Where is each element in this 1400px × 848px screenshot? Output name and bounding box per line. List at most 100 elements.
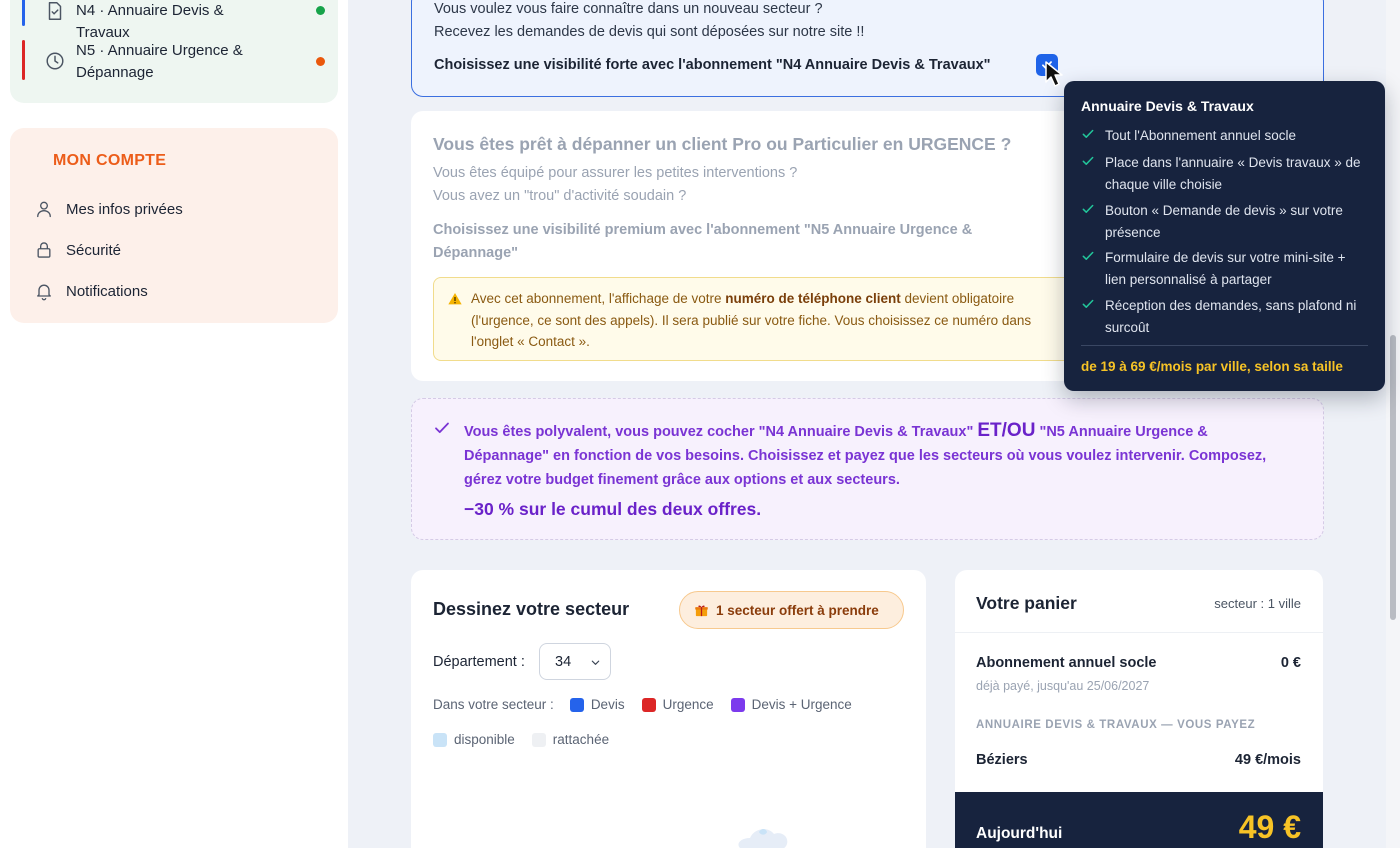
tooltip-item: Tout l'Abonnement annuel socle [1081,125,1370,147]
tooltip-item-text: Place dans l'annuaire « Devis travaux » … [1105,155,1361,192]
account-item-security[interactable]: Sécurité [34,239,121,261]
legend-item-available: disponible [433,732,515,747]
tooltip-item-text: Bouton « Demande de devis » sur votre pr… [1105,203,1343,240]
tooltip-item: Formulaire de devis sur votre mini-site … [1081,247,1370,290]
clock-icon [46,52,64,70]
legend-swatch [730,697,745,712]
warning-text: Avec cet abonnement, l'affichage de votr… [471,288,1071,353]
total-value: 49 € [1238,809,1301,845]
gift-icon [695,604,708,616]
n4-line1: Vous voulez vous faire connaître dans un… [434,1,823,17]
nav-item-n4[interactable]: N4 · Annuaire Devis & Travaux [22,0,332,41]
checkmark-icon [1082,299,1094,308]
basket-section-heading: ANNUAIRE DEVIS & TRAVAUX — VOUS PAYEZ [976,719,1256,731]
tooltip-price: de 19 à 69 €/mois par ville, selon sa ta… [1081,359,1343,374]
legend-item-label: disponible [454,732,515,747]
tooltip-item-text: Réception des demandes, sans plafond ni … [1105,298,1357,335]
tooltip-title: Annuaire Devis & Travaux [1081,98,1254,114]
account-item-label: Sécurité [66,241,122,259]
base-subscription-price: 0 € [1280,655,1301,671]
nav-item-indicator [22,40,25,80]
scrollbar-thumb[interactable] [1390,335,1396,620]
map-legend-secondary: disponible rattachée [433,732,626,747]
n5-line1: Vous êtes équipé pour assurer les petite… [433,165,798,181]
sector-card: Dessinez votre secteur 1 secteur offert … [411,570,926,848]
free-sector-badge[interactable]: 1 secteur offert à prendre [679,591,904,629]
legend-item-urgence: Urgence [641,697,714,712]
nav-item-n5[interactable]: N5 · Annuaire Urgence & Dépannage [22,38,332,84]
total-label: Aujourd'hui [976,825,1063,842]
phone-warning-box: Avec cet abonnement, l'affichage de votr… [433,277,1093,361]
tooltip-item-text: Tout l'Abonnement annuel socle [1105,128,1296,143]
bell-icon [37,284,51,301]
checkmark-icon [435,422,449,434]
account-item-private-info[interactable]: Mes infos privées [34,198,183,220]
legend-item-attached: rattachée [531,732,610,747]
checkmark-icon [1082,129,1094,138]
free-sector-badge-label: 1 secteur offert à prendre [716,602,879,618]
tooltip-item-text: Formulaire de devis sur votre mini-site … [1105,250,1346,287]
basket-title: Votre panier [976,593,1077,613]
basket-sector-info: secteur : 1 ville [1214,596,1301,611]
department-select[interactable]: 34 [539,643,611,680]
legend-item-label: Urgence [662,697,714,712]
checkmark-icon [1082,204,1094,213]
tooltip-item: Réception des demandes, sans plafond ni … [1081,295,1370,338]
warning-text-pre: Avec cet abonnement, l'affichage de votr… [471,291,726,306]
n5-title: Vous êtes prêt à dépanner un client Pro … [433,134,1012,154]
legend-item-devis-urgence: Devis + Urgence [730,697,852,712]
status-dot [316,6,325,15]
legend-swatch [641,697,656,712]
combo-text: Vous êtes polyvalent, vous pouvez cocher… [464,419,1294,492]
n5-cta-label: Choisissez une visibilité premium avec l… [433,222,973,261]
basket-total-bar: Aujourd'hui 49 € [955,792,1323,848]
legend-label: Dans votre secteur : [433,697,554,712]
legend-swatch [569,697,584,712]
n4-tooltip: Annuaire Devis & Travaux Tout l'Abonneme… [1064,81,1385,391]
warning-text-bold: numéro de téléphone client [725,291,901,306]
account-item-label: Notifications [66,282,148,300]
n5-line2: Vous avez un "trou" d'activité soudain ? [433,188,687,204]
divider [1081,345,1368,346]
department-value: 34 [555,653,572,670]
user-icon [37,201,51,218]
status-dot [316,57,325,66]
base-subscription-label: Abonnement annuel socle [976,655,1157,671]
sidebar: N4 · Annuaire Devis & Travaux N5 · Annua… [0,0,348,848]
divider [955,632,1323,633]
sector-title: Dessinez votre secteur [433,599,630,619]
combo-offer-card: Vous êtes polyvalent, vous pouvez cocher… [411,398,1324,540]
tooltip-item: Place dans l'annuaire « Devis travaux » … [1081,152,1370,195]
checkmark-icon [1082,251,1094,260]
lock-icon [37,242,51,258]
combo-promo: −30 % sur le cumul des deux offres. [464,499,762,519]
chevron-down-icon [591,660,600,665]
sector-map[interactable] [655,820,805,848]
mouse-cursor-icon [1045,61,1063,87]
n4-cta-label: Choisissez une visibilité forte avec l'a… [434,57,991,73]
document-check-icon [48,2,62,20]
basket-city: Béziers [976,752,1028,768]
n4-line2: Recevez les demandes de devis qui sont d… [434,24,865,40]
basket-city-price: 49 €/mois [1234,752,1301,768]
legend-item-label: Devis + Urgence [751,697,852,712]
nav-item-indicator [22,0,25,26]
legend-item-label: rattachée [552,732,610,747]
account-title: MON COMPTE [53,152,167,169]
base-subscription-note: déjà payé, jusqu'au 25/06/2027 [976,679,1150,693]
map-legend: Dans votre secteur : Devis Urgence Devis… [433,697,869,712]
legend-item-devis: Devis [569,697,625,712]
subscriptions-nav: N4 · Annuaire Devis & Travaux N5 · Annua… [10,0,338,103]
legend-swatch [433,732,447,747]
account-menu: MON COMPTE Mes infos privées Sécurité No… [10,128,338,323]
combo-text-a: Vous êtes polyvalent, vous pouvez cocher… [464,424,978,440]
basket-card: Votre panier secteur : 1 ville Abonnemen… [955,570,1323,848]
department-label: Département : [433,654,525,670]
account-item-notifications[interactable]: Notifications [34,280,148,302]
tooltip-item: Bouton « Demande de devis » sur votre pr… [1081,200,1370,243]
combo-text-emphasis: ET/OU [977,420,1036,441]
legend-item-label: Devis [590,697,625,712]
account-item-label: Mes infos privées [66,200,183,218]
legend-swatch [531,732,546,747]
nav-item-label: N5 · Annuaire Urgence & Dépannage [76,42,243,81]
